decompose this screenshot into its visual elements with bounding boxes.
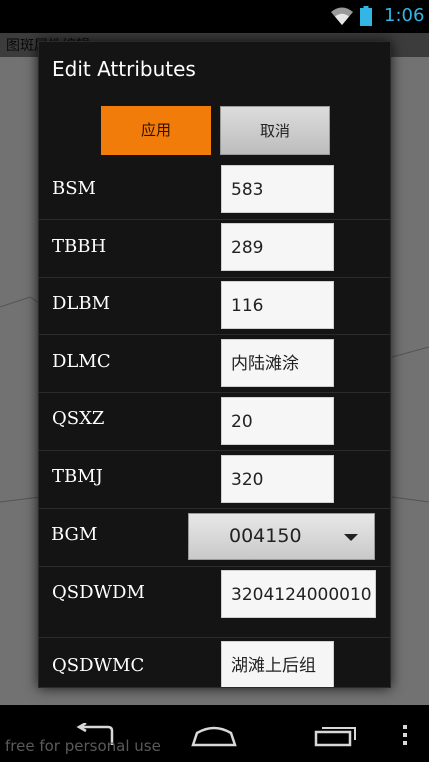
wifi-icon — [331, 7, 353, 25]
apply-button[interactable]: 应用 — [101, 106, 211, 155]
field-input-tbmj[interactable]: 320 — [221, 455, 334, 503]
field-input-qsdwdm[interactable]: 3204124000010 — [221, 570, 376, 618]
field-row-qsxz: QSXZ 20 — [39, 393, 390, 451]
field-row-qsdwdm: QSDWDM 3204124000010 — [39, 567, 390, 638]
field-row-qsdwmc: QSDWMC 湖滩上后组 — [39, 638, 390, 687]
field-label: BGM — [51, 524, 98, 545]
field-input-bsm[interactable]: 583 — [221, 165, 334, 213]
edit-attributes-dialog: Edit Attributes 应用 取消 BSM 583 TBBH 289 D… — [38, 41, 391, 688]
navigation-bar: free for personal use — [0, 705, 429, 762]
status-bar: 1:06 — [0, 0, 429, 33]
field-row-dlmc: DLMC 内陆滩涂 — [39, 335, 390, 393]
field-input-tbbh[interactable]: 289 — [221, 223, 334, 271]
field-row-tbmj: TBMJ 320 — [39, 451, 390, 509]
field-label: DLMC — [52, 351, 111, 372]
battery-icon — [360, 6, 372, 26]
field-label: QSDWDM — [52, 582, 145, 603]
field-input-qsxz[interactable]: 20 — [221, 397, 334, 445]
field-input-qsdwmc[interactable]: 湖滩上后组 — [221, 641, 334, 687]
field-label: BSM — [52, 178, 96, 199]
chevron-down-icon — [344, 534, 358, 541]
field-label: QSDWMC — [52, 655, 145, 676]
overflow-menu-icon[interactable] — [402, 724, 408, 746]
recent-apps-icon[interactable] — [314, 723, 358, 747]
field-input-dlbm[interactable]: 116 — [221, 281, 334, 329]
field-label: TBMJ — [52, 466, 103, 487]
bgm-selected-value: 004150 — [229, 525, 302, 547]
watermark-text: free for personal use — [5, 737, 161, 755]
field-input-dlmc[interactable]: 内陆滩涂 — [221, 339, 334, 387]
field-label: TBBH — [52, 236, 107, 257]
home-icon[interactable] — [191, 725, 237, 747]
clock: 1:06 — [384, 5, 425, 26]
dialog-title: Edit Attributes — [52, 57, 196, 81]
field-row-bgm: BGM 004150 — [39, 509, 390, 567]
field-row-tbbh: TBBH 289 — [39, 220, 390, 278]
field-label: QSXZ — [52, 408, 105, 429]
cancel-button[interactable]: 取消 — [220, 106, 330, 155]
bgm-dropdown[interactable]: 004150 — [188, 513, 375, 560]
field-row-dlbm: DLBM 116 — [39, 278, 390, 335]
field-row-bsm: BSM 583 — [39, 162, 390, 220]
field-label: DLBM — [52, 293, 111, 314]
